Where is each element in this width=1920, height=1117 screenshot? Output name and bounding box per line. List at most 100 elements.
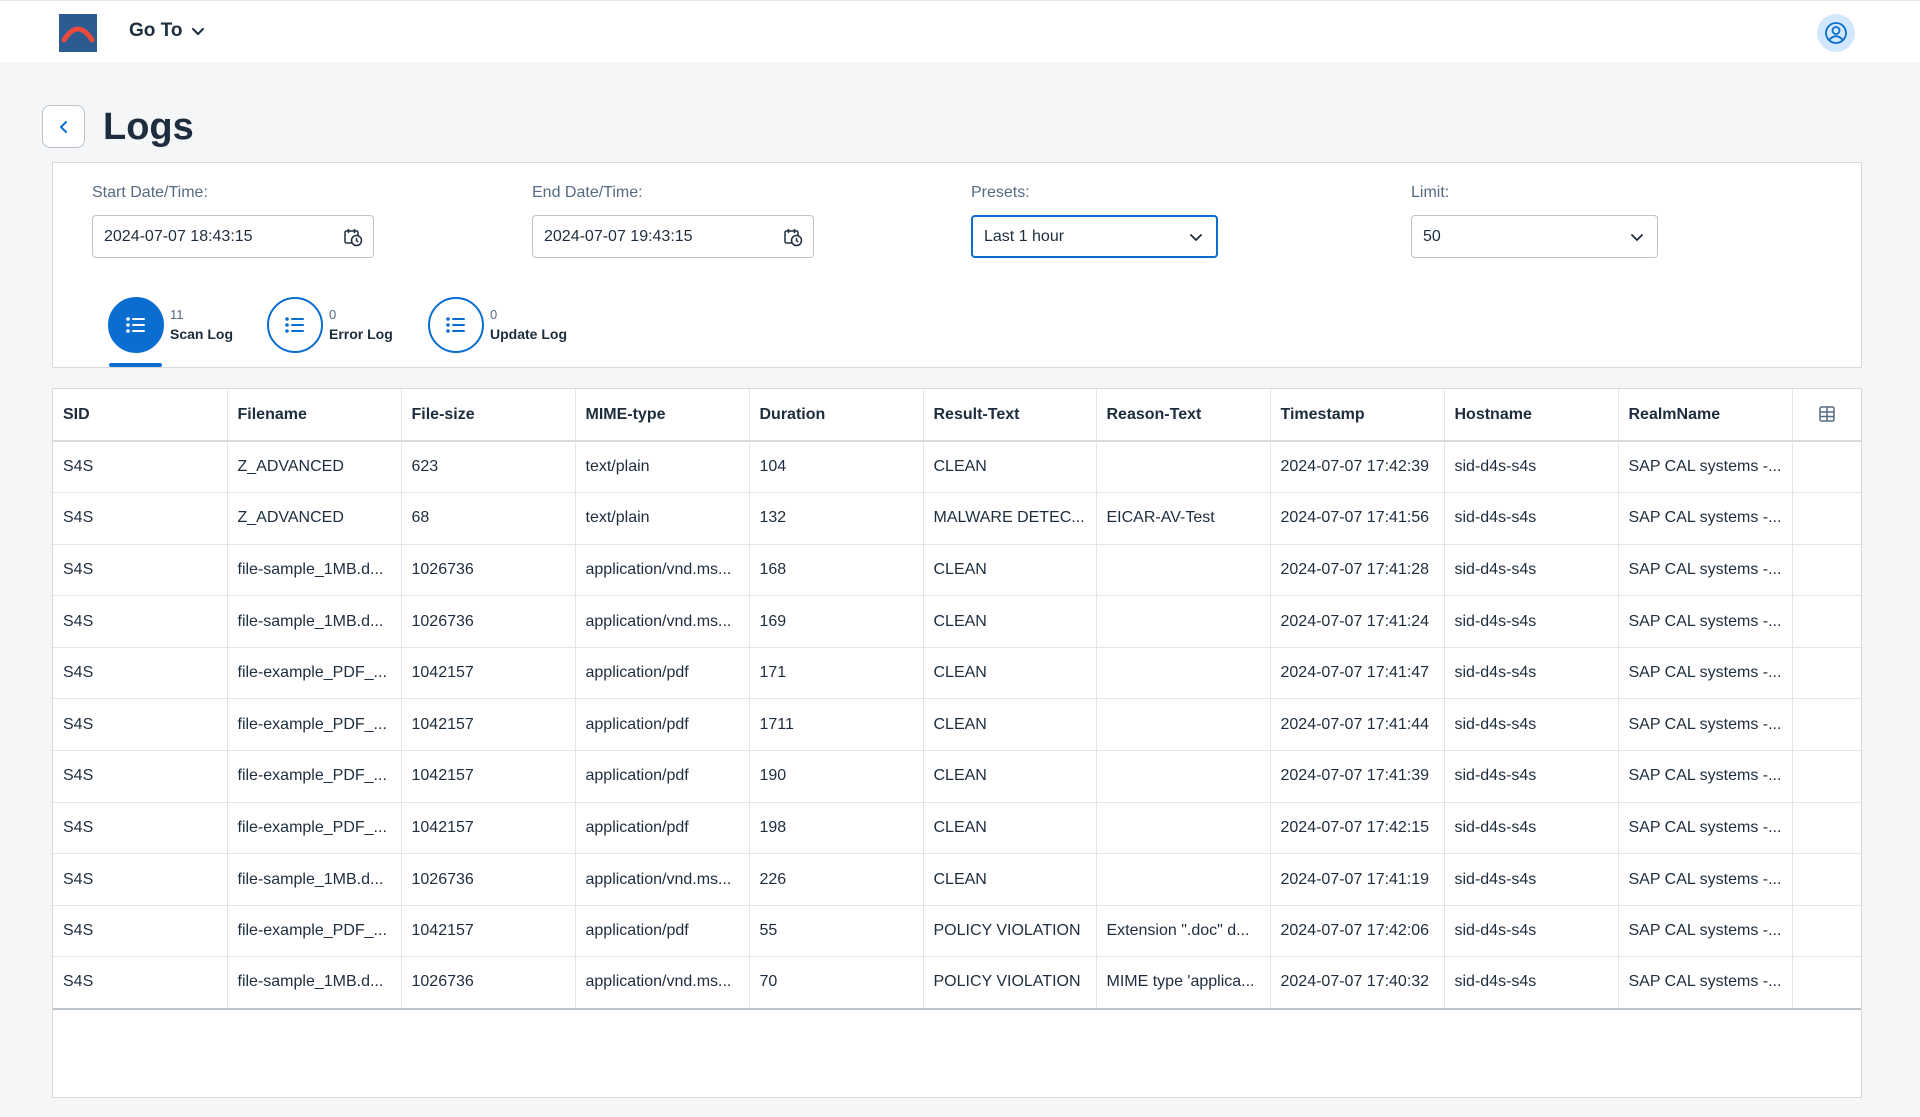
start-datetime-value: 2024-07-07 18:43:15 (104, 227, 253, 245)
column-header-file-size[interactable]: File-size (401, 389, 576, 442)
cell-duration: 132 (749, 492, 924, 545)
calendar-clock-icon[interactable] (343, 227, 363, 247)
cell-filename: file-example_PDF_... (227, 905, 402, 958)
cell-spacer (1792, 750, 1861, 803)
cell-timestamp: 2024-07-07 17:41:19 (1270, 853, 1445, 906)
column-header-filename[interactable]: Filename (227, 389, 402, 442)
cell-hostname: sid-d4s-s4s (1444, 441, 1619, 494)
cell-mime-type: application/pdf (575, 698, 750, 752)
chevron-down-icon (1186, 227, 1206, 247)
table-row[interactable]: S4S file-sample_1MB.d... 1026736 applicatio… (53, 595, 1861, 648)
cell-hostname: sid-d4s-s4s (1444, 750, 1619, 803)
cell-hostname: sid-d4s-s4s (1444, 905, 1619, 958)
table-row[interactable]: S4S file-example_PDF_... 1042157 applicatio… (53, 905, 1861, 958)
cell-realm-name: SAP CAL systems -... (1618, 750, 1793, 803)
cell-spacer (1792, 441, 1861, 494)
column-header-mime-type[interactable]: MIME-type (575, 389, 750, 442)
cell-sid: S4S (53, 956, 228, 1010)
cell-timestamp: 2024-07-07 17:41:28 (1270, 544, 1445, 597)
presets-select[interactable]: Last 1 hour (971, 215, 1218, 258)
shell-bar: Go To (0, 0, 1920, 62)
cell-filename: file-sample_1MB.d... (227, 956, 402, 1010)
column-header-hostname[interactable]: Hostname (1444, 389, 1619, 442)
cell-spacer (1792, 647, 1861, 700)
table-row[interactable]: S4S Z_ADVANCED 623 text/plain 104 CLEAN 2024-0… (53, 441, 1861, 494)
end-datetime-input[interactable]: 2024-07-07 19:43:15 (532, 215, 814, 258)
column-header-result-text[interactable]: Result-Text (923, 389, 1097, 442)
cell-filename: file-sample_1MB.d... (227, 853, 402, 906)
column-header-reason-text[interactable]: Reason-Text (1096, 389, 1271, 442)
cell-hostname: sid-d4s-s4s (1444, 698, 1619, 752)
chevron-down-icon (192, 28, 205, 35)
cell-result-text: CLEAN (923, 647, 1097, 700)
cell-sid: S4S (53, 544, 228, 597)
cell-realm-name: SAP CAL systems -... (1618, 802, 1793, 855)
company-logo[interactable] (59, 14, 97, 52)
cell-sid: S4S (53, 595, 228, 648)
cell-timestamp: 2024-07-07 17:41:24 (1270, 595, 1445, 648)
back-button[interactable] (42, 105, 85, 148)
cell-result-text: MALWARE DETEC... (923, 492, 1097, 545)
user-avatar-button[interactable] (1817, 14, 1855, 52)
column-header-realm-name[interactable]: RealmName (1618, 389, 1793, 442)
cell-realm-name: SAP CAL systems -... (1618, 956, 1793, 1010)
cell-timestamp: 2024-07-07 17:41:44 (1270, 698, 1445, 752)
list-icon (428, 297, 484, 353)
tab-scan-log[interactable]: 11 Scan Log (108, 295, 233, 355)
tab-error-log[interactable]: 0 Error Log (267, 295, 393, 355)
cell-filename: Z_ADVANCED (227, 441, 402, 494)
cell-timestamp: 2024-07-07 17:42:39 (1270, 441, 1445, 494)
table-row[interactable]: S4S file-example_PDF_... 1042157 applicatio… (53, 698, 1861, 752)
cell-realm-name: SAP CAL systems -... (1618, 647, 1793, 700)
cell-reason-text (1096, 647, 1271, 700)
cell-spacer (1792, 595, 1861, 648)
cell-duration: 226 (749, 853, 924, 906)
cell-realm-name: SAP CAL systems -... (1618, 544, 1793, 597)
column-header-sid[interactable]: SID (53, 389, 228, 442)
cell-timestamp: 2024-07-07 17:42:06 (1270, 905, 1445, 958)
end-datetime-label: End Date/Time: (532, 184, 643, 201)
tab-update-log[interactable]: 0 Update Log (428, 295, 567, 355)
cell-sid: S4S (53, 853, 228, 906)
cell-timestamp: 2024-07-07 17:41:56 (1270, 492, 1445, 545)
cell-sid: S4S (53, 698, 228, 752)
limit-label: Limit: (1411, 184, 1450, 201)
cell-realm-name: SAP CAL systems -... (1618, 853, 1793, 906)
chevron-down-icon (1627, 227, 1647, 247)
cell-realm-name: SAP CAL systems -... (1618, 595, 1793, 648)
table-row[interactable]: S4S file-example_PDF_... 1042157 applicatio… (53, 647, 1861, 700)
cell-reason-text: Extension ".doc" d... (1096, 905, 1271, 958)
table-row[interactable]: S4S Z_ADVANCED 68 text/plain 132 MALWARE DETE… (53, 492, 1861, 545)
table-row[interactable]: S4S file-sample_1MB.d... 1026736 applicatio… (53, 853, 1861, 906)
table-row[interactable]: S4S file-sample_1MB.d... 1026736 applicatio… (53, 544, 1861, 597)
column-header-duration[interactable]: Duration (749, 389, 924, 442)
cell-sid: S4S (53, 492, 228, 545)
cell-spacer (1792, 698, 1861, 752)
column-header-timestamp[interactable]: Timestamp (1270, 389, 1445, 442)
cell-hostname: sid-d4s-s4s (1444, 956, 1619, 1010)
cell-filename: file-example_PDF_... (227, 698, 402, 752)
cell-duration: 198 (749, 802, 924, 855)
cell-mime-type: application/pdf (575, 750, 750, 803)
table-row[interactable]: S4S file-example_PDF_... 1042157 applicatio… (53, 802, 1861, 855)
cell-file-size: 1026736 (401, 853, 576, 906)
cell-spacer (1792, 802, 1861, 855)
table-row[interactable]: S4S file-example_PDF_... 1042157 applicatio… (53, 750, 1861, 803)
calendar-clock-icon[interactable] (783, 227, 803, 247)
cell-result-text: POLICY VIOLATION (923, 956, 1097, 1010)
table-header-row: SID Filename File-size MIME-type Duratio… (53, 389, 1861, 442)
start-datetime-input[interactable]: 2024-07-07 18:43:15 (92, 215, 374, 258)
cell-spacer (1792, 544, 1861, 597)
cell-result-text: CLEAN (923, 544, 1097, 597)
goto-menu-button[interactable]: Go To (129, 20, 206, 42)
table-row[interactable]: S4S file-sample_1MB.d... 1026736 applicatio… (53, 956, 1861, 1010)
cell-hostname: sid-d4s-s4s (1444, 647, 1619, 700)
cell-mime-type: application/vnd.ms... (575, 544, 750, 597)
tab-count: 11 (170, 307, 184, 322)
limit-select[interactable]: 50 (1411, 215, 1658, 258)
presets-value: Last 1 hour (984, 227, 1065, 245)
tab-count: 0 (329, 307, 337, 322)
table-settings-button[interactable] (1792, 389, 1861, 442)
cell-realm-name: SAP CAL systems -... (1618, 441, 1793, 494)
cell-file-size: 1042157 (401, 647, 576, 700)
